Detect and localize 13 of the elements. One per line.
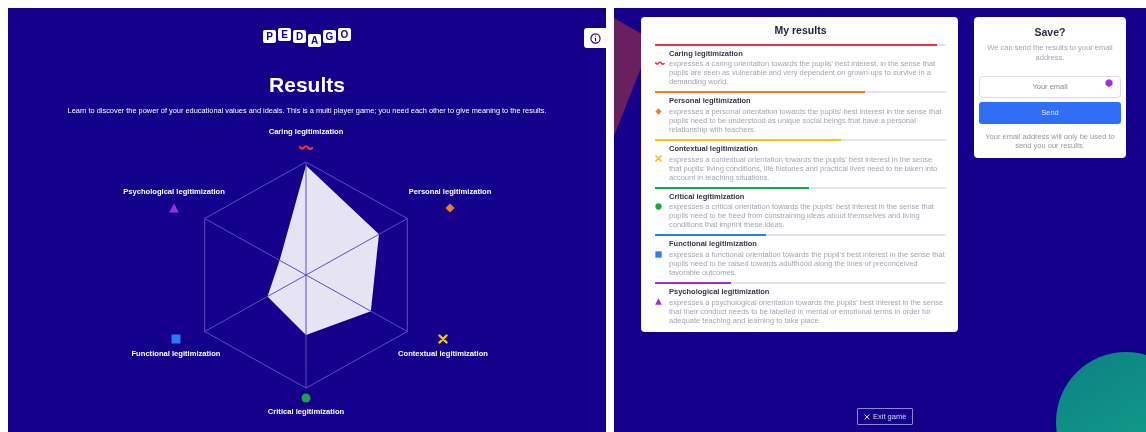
- logo-letter: A: [308, 34, 321, 47]
- logo-letter: D: [293, 30, 306, 43]
- info-button[interactable]: [584, 28, 606, 48]
- card-title: My results: [773, 23, 828, 38]
- logo-letter: O: [338, 28, 351, 41]
- logo-letter: E: [278, 28, 291, 41]
- info-icon: [589, 32, 601, 44]
- close-icon: [864, 413, 870, 420]
- logo-letter: G: [323, 30, 336, 43]
- card-title: Save?: [1033, 25, 1067, 40]
- hexagon-icon: [1105, 79, 1113, 88]
- logo-letter: P: [263, 30, 276, 43]
- page-title: Results: [269, 72, 345, 98]
